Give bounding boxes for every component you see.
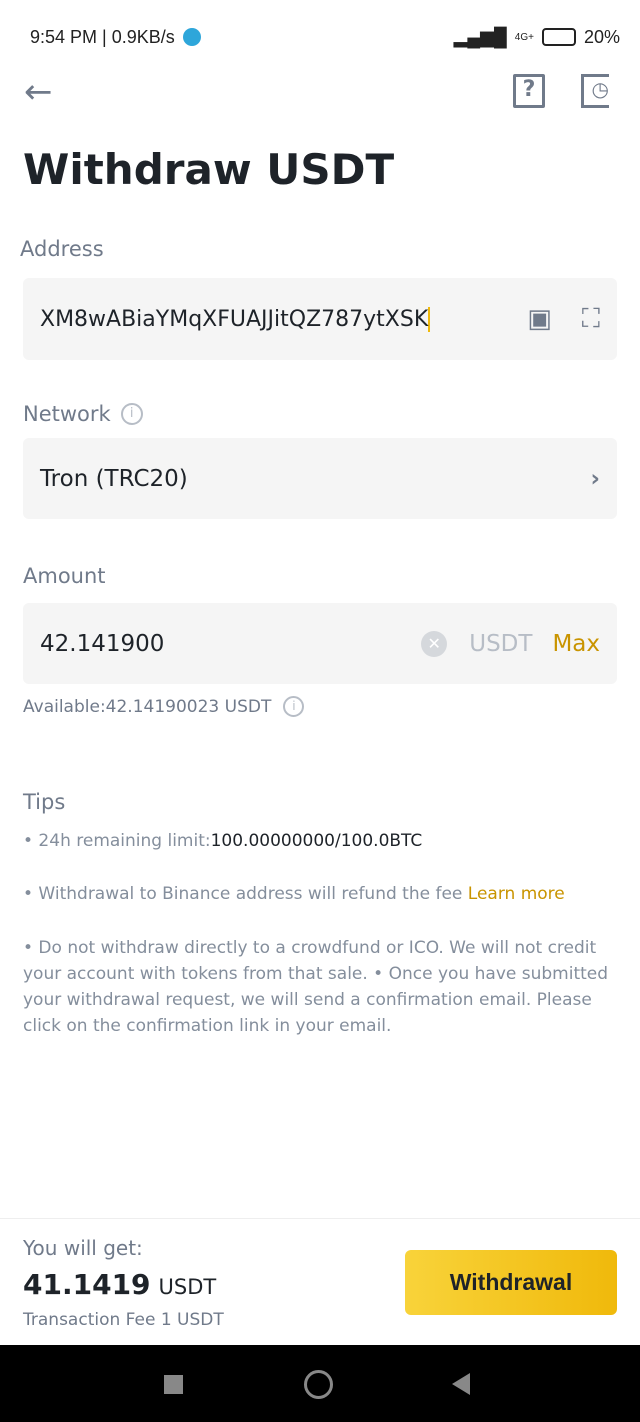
info-icon[interactable]: i: [283, 696, 305, 717]
clear-icon[interactable]: ✕: [421, 630, 448, 657]
amount-label: Amount: [23, 564, 106, 588]
back-nav-icon[interactable]: [452, 1373, 470, 1395]
available-row: Available:42.14190023 USDT i: [23, 696, 305, 717]
tip-refund-text: • Withdrawal to Binance address will ref…: [23, 884, 468, 904]
status-time: 9:54 PM | 0.9KB/s: [30, 26, 175, 47]
address-label: Address: [20, 237, 104, 261]
telegram-icon: [182, 28, 201, 46]
network-select[interactable]: Tron (TRC20) ›: [23, 438, 617, 519]
tip-refund: • Withdrawal to Binance address will ref…: [23, 881, 619, 907]
chevron-right-icon: ›: [590, 465, 600, 492]
you-get-label: You will get:: [23, 1236, 143, 1260]
receive-unit: USDT: [158, 1275, 217, 1299]
help-book-icon[interactable]: ?: [513, 74, 545, 108]
amount-unit: USDT: [469, 630, 533, 657]
address-value: XM8wABiaYMqXFUAJJitQZ787ytXSK: [40, 306, 431, 332]
max-button[interactable]: Max: [552, 631, 600, 657]
tip-notice: • Do not withdraw directly to a crowdfun…: [23, 938, 609, 1036]
status-bar: 9:54 PM | 0.9KB/s ▂▄▆█ 4G+ 20%: [30, 22, 620, 52]
tip-limit-value: 100.00000000/100.0BTC: [210, 831, 423, 851]
tips-title: Tips: [23, 790, 66, 814]
system-nav-bar: [0, 1345, 640, 1422]
address-input[interactable]: XM8wABiaYMqXFUAJJitQZ787ytXSK ▣ ⛶: [23, 278, 617, 360]
receive-amount: 41.1419: [23, 1268, 151, 1301]
tip-limit: • 24h remaining limit:100.00000000/100.0…: [23, 828, 619, 854]
network-value: Tron (TRC20): [40, 465, 188, 492]
network-label-row: Network i: [23, 402, 143, 426]
learn-more-link[interactable]: Learn more: [468, 884, 565, 904]
home-icon[interactable]: [304, 1370, 333, 1399]
signal-icon: ▂▄▆█: [453, 26, 507, 47]
battery-icon: [541, 28, 576, 46]
amount-input[interactable]: 42.141900 ✕ USDT Max: [23, 603, 617, 684]
back-arrow-icon[interactable]: ←: [24, 72, 53, 112]
history-icon[interactable]: ◷: [581, 74, 609, 108]
network-label: Network: [23, 402, 111, 426]
recents-icon[interactable]: [164, 1375, 183, 1394]
transaction-fee: Transaction Fee 1 USDT: [23, 1310, 224, 1330]
available-balance: Available:42.14190023 USDT: [23, 696, 272, 717]
info-icon[interactable]: i: [120, 403, 143, 425]
amount-value: 42.141900: [40, 630, 165, 657]
tip-limit-label: • 24h remaining limit:: [23, 831, 211, 851]
receive-amount-row: 41.1419 USDT: [23, 1268, 216, 1301]
network-type: 4G+: [514, 31, 534, 43]
battery-level: 20%: [583, 26, 620, 47]
page-title: Withdraw USDT: [23, 145, 395, 194]
withdrawal-button[interactable]: Withdrawal: [405, 1250, 617, 1315]
scan-icon[interactable]: ⛶: [582, 304, 600, 335]
address-book-icon[interactable]: ▣: [527, 304, 552, 334]
